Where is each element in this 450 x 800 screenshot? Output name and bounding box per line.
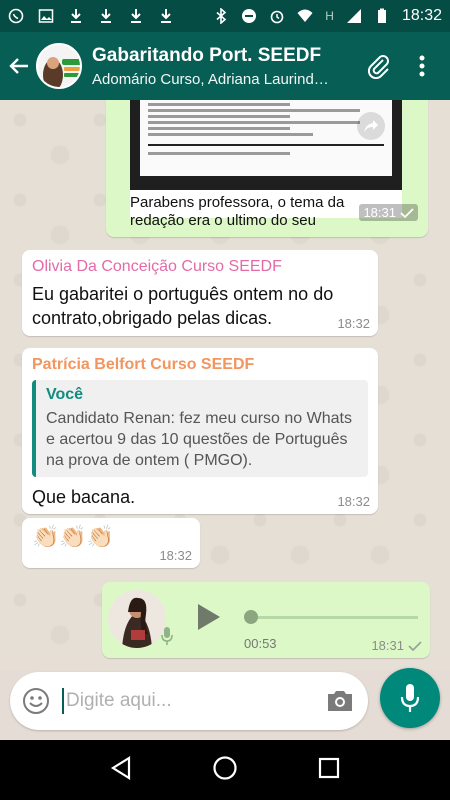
camera-button[interactable]: [312, 688, 368, 714]
clapping-hands-emoji: 👏🏻👏🏻👏🏻: [32, 524, 115, 549]
sender-avatar: [108, 590, 166, 648]
forward-icon: [364, 120, 378, 132]
audio-duration: 00:53: [244, 636, 277, 651]
group-photo: [38, 45, 80, 87]
wifi-icon: [297, 9, 313, 22]
audio-progress-track[interactable]: [250, 616, 418, 619]
network-type-label: H: [325, 9, 334, 23]
mic-icon: [400, 684, 420, 712]
quote-text: Candidato Renan: fez meu curso no Whats …: [46, 410, 352, 469]
message-time: 18:32: [337, 494, 370, 509]
chat-header: Gabaritando Port. SEEDF Adomário Curso, …: [0, 32, 450, 100]
whatsapp-notification-icon: [8, 8, 24, 24]
message-input[interactable]: [62, 688, 312, 714]
download-icon: [161, 9, 171, 23]
record-voice-button[interactable]: [380, 668, 440, 728]
group-avatar[interactable]: [36, 43, 82, 89]
incoming-message[interactable]: Olivia Da Conceição Curso SEEDF Eu gabar…: [22, 250, 378, 336]
audio-seek-handle[interactable]: [244, 610, 258, 624]
download-icon: [101, 9, 111, 23]
incoming-message[interactable]: Patrícia Belfort Curso SEEDF Você Candid…: [22, 348, 378, 514]
download-icon: [71, 9, 81, 23]
message-composer: [10, 672, 368, 730]
message-time: 18:32: [159, 548, 192, 563]
play-icon: [198, 604, 220, 630]
attach-button[interactable]: [364, 51, 394, 81]
signal-icon: [346, 9, 361, 23]
image-caption: Parabens professora, o tema da redação e…: [130, 194, 345, 229]
image-notification-icon: [38, 9, 54, 23]
message-text: Eu gabaritei o português ontem no do con…: [32, 284, 334, 328]
check-icon: [408, 640, 422, 651]
more-vertical-icon: [419, 55, 425, 77]
back-button[interactable]: [2, 32, 36, 100]
voice-message[interactable]: 00:53 18:31: [102, 582, 430, 658]
chat-title[interactable]: Gabaritando Port. SEEDF: [92, 45, 350, 67]
quoted-message[interactable]: Você Candidato Renan: fez meu curso no W…: [32, 380, 368, 477]
do-not-disturb-icon: [242, 9, 257, 23]
square-recents-icon: [318, 757, 340, 778]
message-time: 18:31: [359, 204, 418, 221]
message-time: 18:32: [337, 316, 370, 331]
battery-icon: [377, 8, 386, 23]
mic-icon: [161, 627, 173, 645]
bluetooth-icon: [216, 8, 227, 24]
message-text: Que bacana.: [32, 487, 136, 507]
chat-area[interactable]: Parabens professora, o tema da redação e…: [0, 100, 450, 670]
chat-participants[interactable]: Adomário Curso, Adriana Laurind…: [92, 71, 350, 88]
system-nav-bar: [0, 740, 450, 800]
triangle-back-icon: [110, 755, 131, 780]
document-photo: [130, 100, 402, 190]
paperclip-icon: [367, 55, 389, 79]
circle-home-icon: [213, 755, 237, 780]
smiley-icon: [23, 688, 49, 714]
arrow-left-icon: [9, 58, 28, 74]
nav-back-button[interactable]: [110, 755, 132, 785]
quote-author: Você: [46, 386, 84, 403]
more-options-button[interactable]: [410, 46, 434, 86]
avatar-photo: [108, 590, 166, 648]
clock: 18:32: [401, 7, 442, 24]
forward-button[interactable]: [357, 112, 385, 140]
incoming-message[interactable]: 👏🏻👏🏻👏🏻 18:32: [22, 518, 200, 568]
alarm-icon: [270, 10, 284, 24]
sender-name[interactable]: Patrícia Belfort Curso SEEDF: [32, 356, 368, 374]
download-icon: [131, 9, 141, 23]
emoji-button[interactable]: [10, 687, 62, 715]
nav-home-button[interactable]: [212, 755, 238, 786]
sender-name[interactable]: Olivia Da Conceição Curso SEEDF: [32, 258, 368, 276]
status-bar: H 18:32: [0, 0, 450, 32]
check-icon: [400, 207, 414, 218]
camera-icon: [328, 691, 352, 711]
play-button[interactable]: [196, 602, 222, 637]
message-time: 18:31: [371, 638, 422, 653]
nav-recents-button[interactable]: [318, 757, 340, 784]
